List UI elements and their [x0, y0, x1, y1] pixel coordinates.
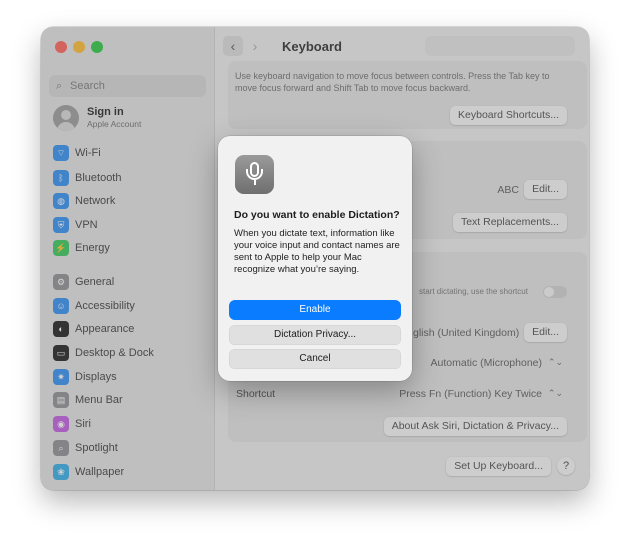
dialog-message: When you dictate text, information like … — [234, 228, 400, 275]
dictation-privacy-button[interactable]: Dictation Privacy... — [229, 325, 401, 345]
microphone-icon — [235, 155, 274, 194]
settings-window: ⌕ Search Sign in Apple Account ⌔ Wi-Fi ᛒ Bl… — [41, 27, 589, 490]
enable-button[interactable]: Enable — [229, 300, 401, 320]
cancel-button[interactable]: Cancel — [229, 349, 401, 369]
dialog-title: Do you want to enable Dictation? — [234, 209, 400, 221]
dictation-dialog: Do you want to enable Dictation? When yo… — [218, 136, 412, 381]
